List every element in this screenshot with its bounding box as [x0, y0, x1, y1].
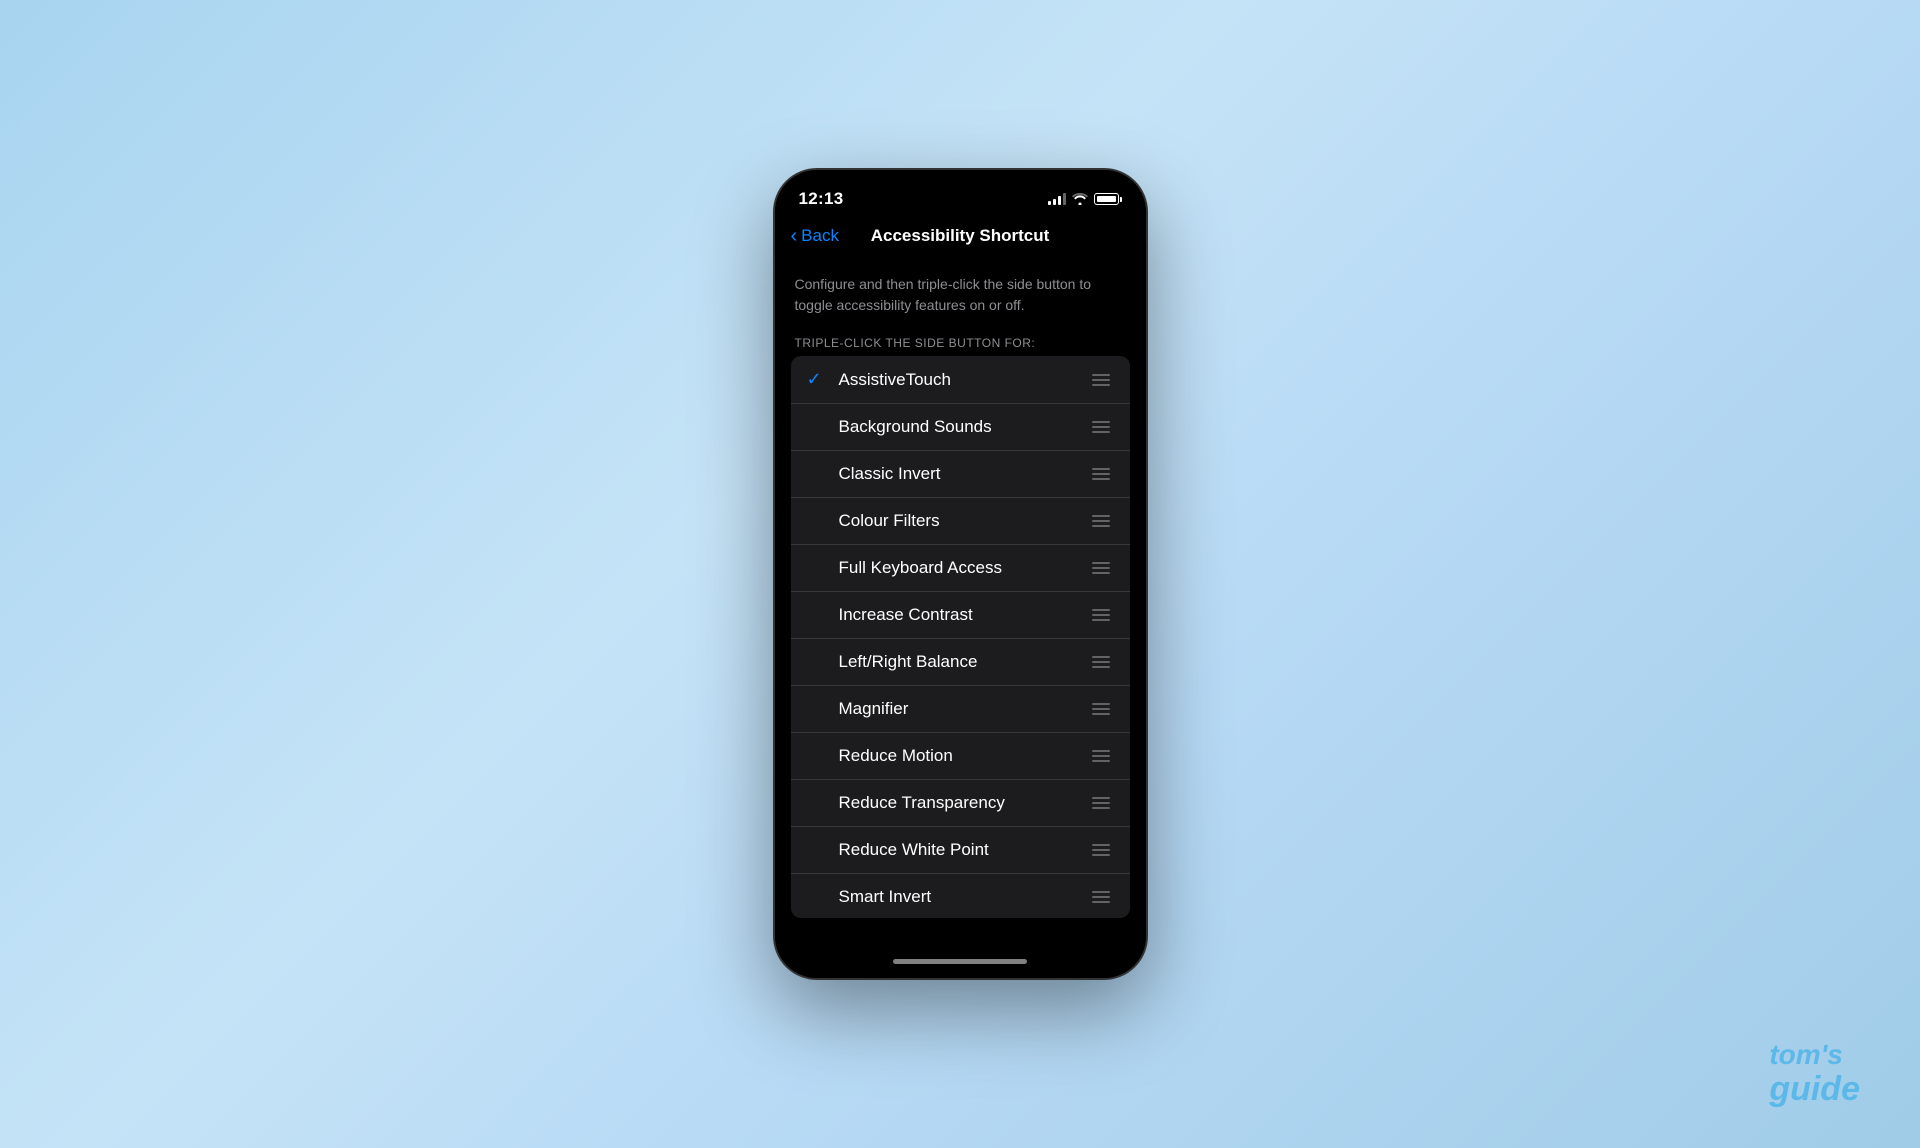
- signal-icon: [1048, 193, 1066, 205]
- watermark-line1: tom's: [1769, 1040, 1860, 1071]
- list-bottom-fade: [791, 918, 1130, 944]
- check-icon: ✓: [807, 369, 835, 390]
- item-label: Increase Contrast: [835, 605, 1088, 625]
- content-area: Configure and then triple-click the side…: [775, 258, 1146, 944]
- item-label: Background Sounds: [835, 417, 1088, 437]
- watermark-line2: guide: [1769, 1071, 1860, 1108]
- item-label: Magnifier: [835, 699, 1088, 719]
- status-icons: [1048, 193, 1122, 205]
- drag-handle-icon: [1088, 887, 1114, 907]
- list-item-classic-invert[interactable]: Classic Invert: [791, 451, 1130, 498]
- drag-handle-icon: [1088, 464, 1114, 484]
- list-item-colour-filters[interactable]: Colour Filters: [791, 498, 1130, 545]
- wifi-icon: [1072, 193, 1088, 205]
- item-label: Reduce Motion: [835, 746, 1088, 766]
- item-label: AssistiveTouch: [835, 370, 1088, 390]
- item-label: Smart Invert: [835, 887, 1088, 907]
- item-label: Reduce Transparency: [835, 793, 1088, 813]
- drag-handle-icon: [1088, 746, 1114, 766]
- back-button[interactable]: ‹ Back: [791, 225, 839, 248]
- list-item-smart-invert[interactable]: Smart Invert: [791, 874, 1130, 918]
- item-label: Classic Invert: [835, 464, 1088, 484]
- drag-handle-icon: [1088, 370, 1114, 390]
- settings-list: ✓ AssistiveTouch Background Sounds Class…: [791, 356, 1130, 918]
- item-label: Left/Right Balance: [835, 652, 1088, 672]
- item-label: Full Keyboard Access: [835, 558, 1088, 578]
- home-indicator: [775, 944, 1146, 978]
- nav-title: Accessibility Shortcut: [871, 226, 1050, 246]
- list-item-assistivetouch[interactable]: ✓ AssistiveTouch: [791, 356, 1130, 404]
- description-text: Configure and then triple-click the side…: [775, 258, 1146, 328]
- list-item-reduce-transparency[interactable]: Reduce Transparency: [791, 780, 1130, 827]
- drag-handle-icon: [1088, 417, 1114, 437]
- item-label: Reduce White Point: [835, 840, 1088, 860]
- drag-handle-icon: [1088, 840, 1114, 860]
- phone-frame: 12:13 ‹ Back A: [773, 168, 1148, 980]
- item-label: Colour Filters: [835, 511, 1088, 531]
- list-item-left-right-balance[interactable]: Left/Right Balance: [791, 639, 1130, 686]
- drag-handle-icon: [1088, 511, 1114, 531]
- list-item-reduce-white-point[interactable]: Reduce White Point: [791, 827, 1130, 874]
- list-item-reduce-motion[interactable]: Reduce Motion: [791, 733, 1130, 780]
- watermark: tom's guide: [1769, 1040, 1860, 1108]
- drag-handle-icon: [1088, 605, 1114, 625]
- section-header: TRIPLE-CLICK THE SIDE BUTTON FOR:: [775, 328, 1146, 356]
- drag-handle-icon: [1088, 793, 1114, 813]
- nav-bar: ‹ Back Accessibility Shortcut: [775, 214, 1146, 258]
- battery-icon: [1094, 193, 1122, 205]
- status-time: 12:13: [799, 189, 844, 209]
- drag-handle-icon: [1088, 652, 1114, 672]
- drag-handle-icon: [1088, 699, 1114, 719]
- back-chevron-icon: ‹: [791, 225, 798, 248]
- list-item-magnifier[interactable]: Magnifier: [791, 686, 1130, 733]
- drag-handle-icon: [1088, 558, 1114, 578]
- home-bar: [893, 959, 1027, 964]
- list-item-background-sounds[interactable]: Background Sounds: [791, 404, 1130, 451]
- list-item-full-keyboard-access[interactable]: Full Keyboard Access: [791, 545, 1130, 592]
- status-bar: 12:13: [775, 170, 1146, 214]
- back-label: Back: [801, 226, 839, 246]
- list-item-increase-contrast[interactable]: Increase Contrast: [791, 592, 1130, 639]
